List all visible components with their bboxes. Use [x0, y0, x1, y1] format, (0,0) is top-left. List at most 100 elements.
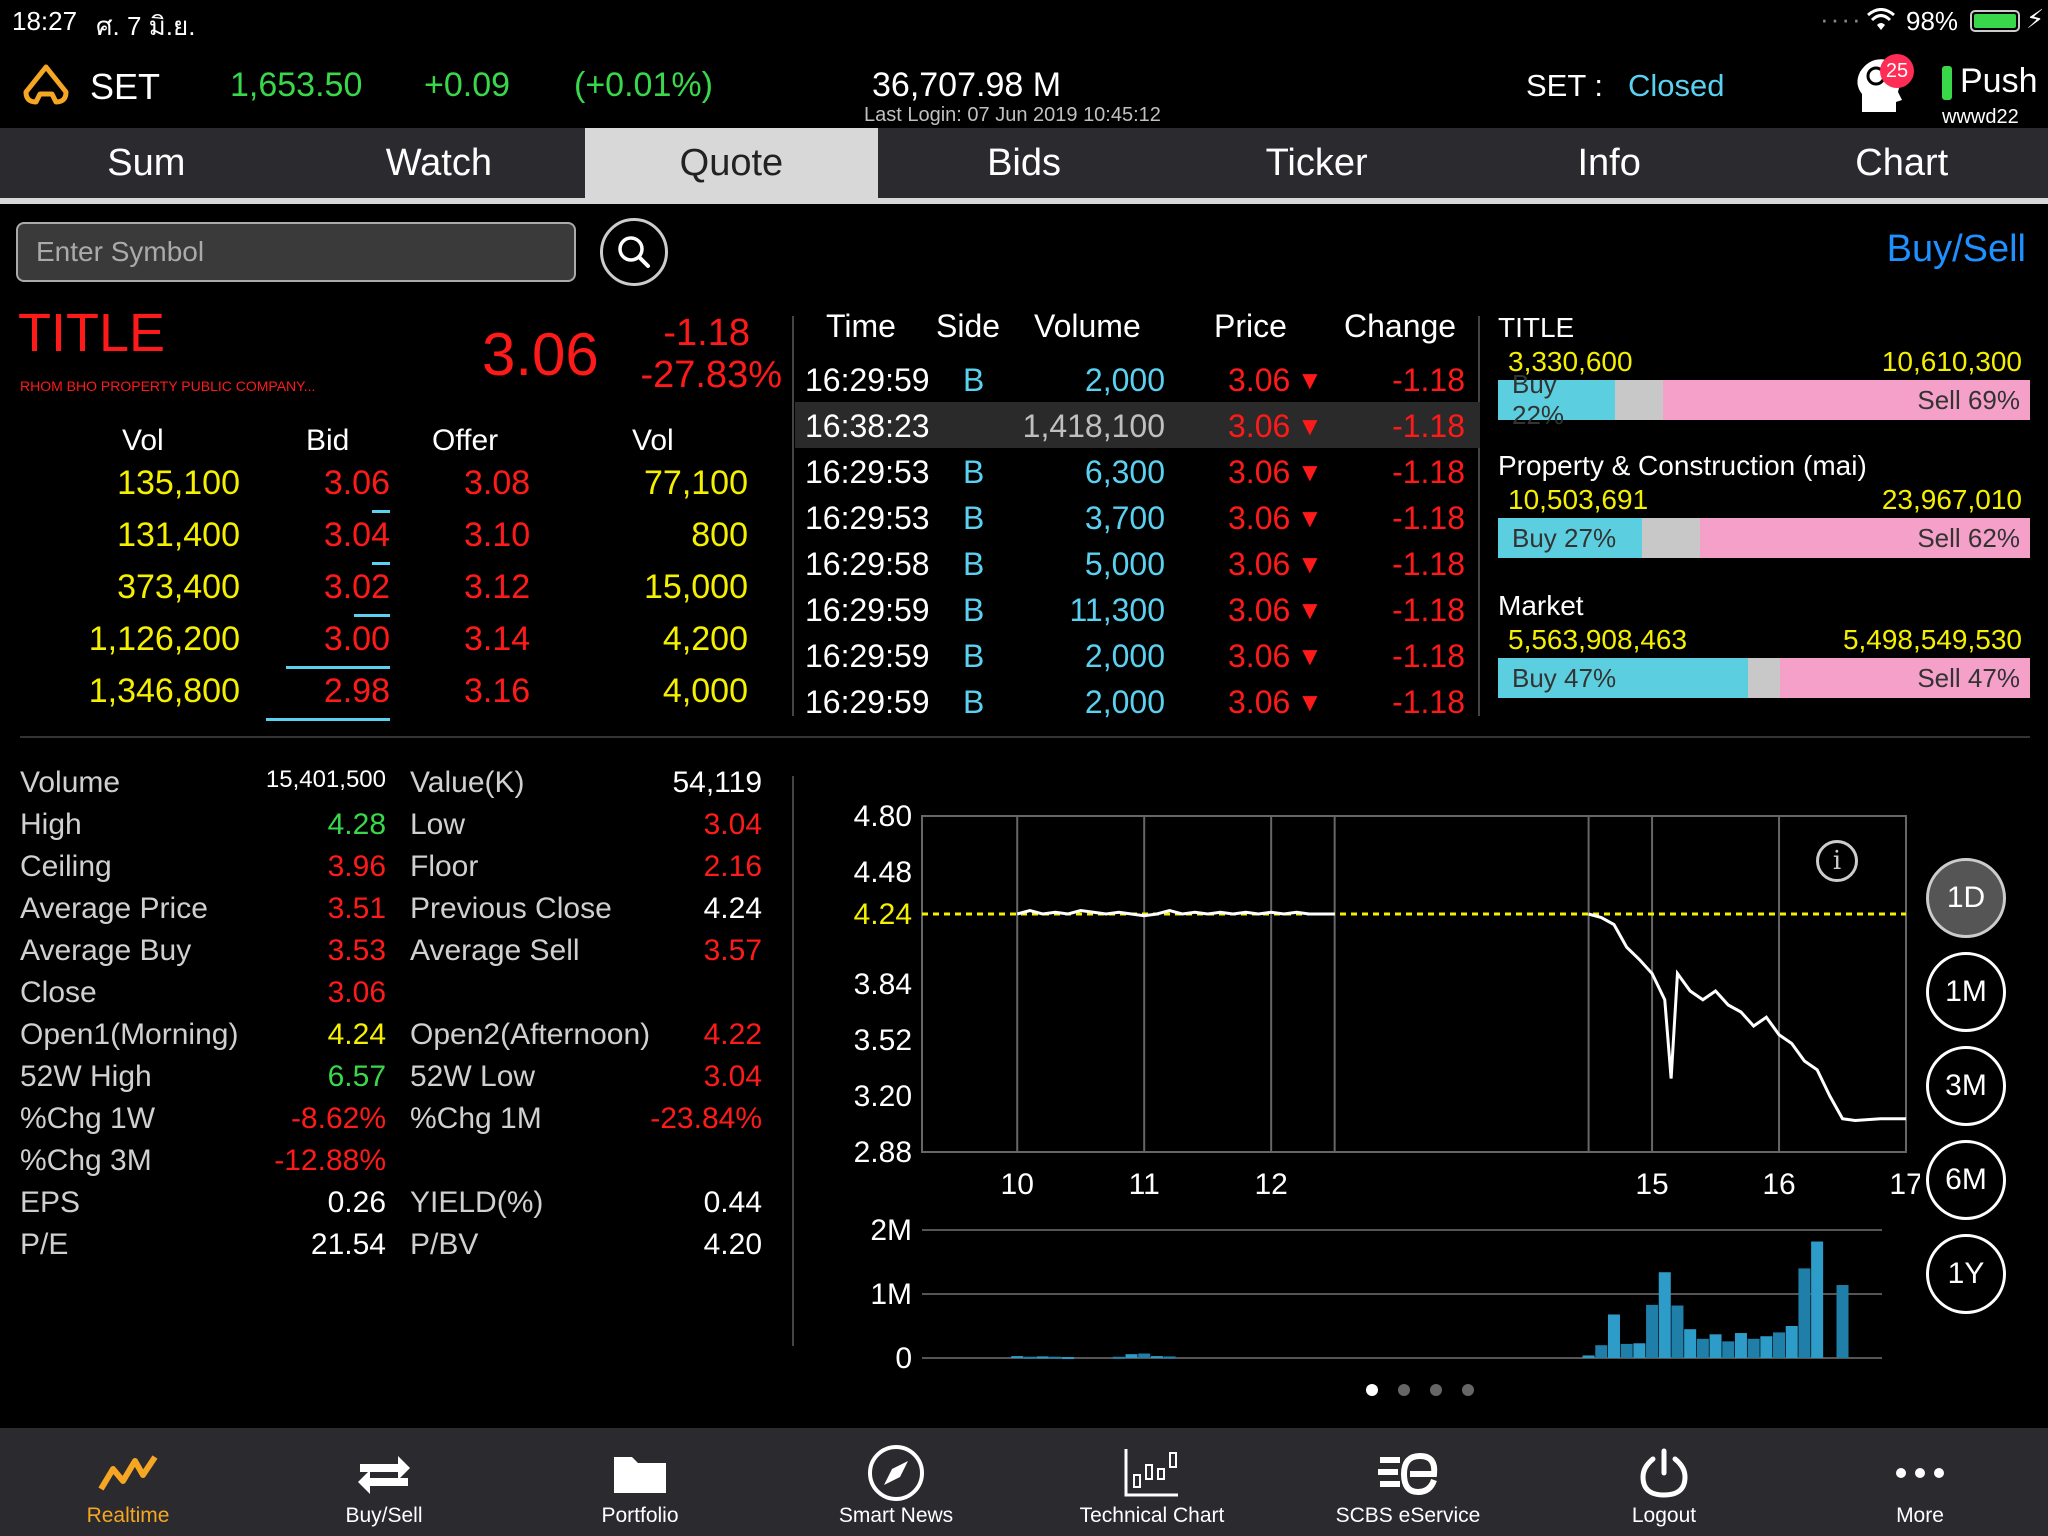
period-1y[interactable]: 1Y	[1926, 1234, 2006, 1314]
symbol-input[interactable]	[16, 222, 576, 282]
offer-price[interactable]: 3.10	[464, 516, 530, 555]
trade-time: 16:29:59	[805, 362, 930, 398]
nav-portfolio[interactable]: Portfolio	[512, 1428, 768, 1536]
page-dot-active[interactable]	[1366, 1384, 1378, 1396]
trade-header-side: Side	[936, 308, 1001, 344]
trade-row[interactable]: 16:29:53 B 6,300 3.06 ▼ -1.18	[795, 448, 1480, 494]
bid-depth-bar	[372, 510, 390, 513]
trade-row[interactable]: 16:29:59 B 2,000 3.06 ▼ -1.18	[795, 632, 1480, 678]
nav-technical-chart[interactable]: Technical Chart	[1024, 1428, 1280, 1536]
tab-sum[interactable]: Sum	[0, 128, 293, 198]
offer-price[interactable]: 3.14	[464, 620, 530, 659]
divider	[792, 316, 794, 716]
trade-price: 3.06	[1228, 592, 1291, 628]
divider	[20, 736, 2030, 738]
page-dot[interactable]	[1398, 1384, 1410, 1396]
info-icon[interactable]: i	[1816, 840, 1858, 882]
stat-label: 52W High	[20, 1060, 152, 1093]
y-tick-label: 4.80	[854, 800, 912, 833]
buy-sell-link[interactable]: Buy/Sell	[1887, 228, 2026, 271]
volume-bar	[1773, 1332, 1786, 1358]
sentiment-label: Market	[1498, 590, 1584, 621]
notification-badge: 25	[1880, 54, 1914, 88]
trade-row[interactable]: 16:29:59 B 2,000 3.06 ▼ -1.18	[795, 678, 1480, 724]
price-change: -1.18	[663, 312, 750, 354]
y-tick-label: 3.84	[854, 968, 912, 1001]
market-header: SET 1,653.50 +0.09 (+0.01%) 36,707.98 M …	[0, 42, 2048, 128]
orderbook-row[interactable]: 131,400 3.04 3.10 800	[0, 516, 748, 568]
x-tick-label: 12	[1254, 1168, 1287, 1201]
stat-value: 0.44	[703, 1186, 762, 1219]
page-dot[interactable]	[1430, 1384, 1442, 1396]
push-toggle[interactable]: Push wwwd22	[1942, 56, 2042, 128]
stat-label: %Chg 1M	[410, 1102, 542, 1135]
tab-chart[interactable]: Chart	[1755, 128, 2048, 198]
tab-info[interactable]: Info	[1463, 128, 1756, 198]
stat-label: P/BV	[410, 1228, 479, 1261]
nav-smart-news[interactable]: Smart News	[768, 1428, 1024, 1536]
offer-price[interactable]: 3.08	[464, 464, 530, 503]
period-1d[interactable]: 1D	[1926, 858, 2006, 938]
y-tick-label: 3.52	[854, 1024, 912, 1057]
bid-price[interactable]: 3.06	[290, 464, 390, 503]
stat-value: 3.04	[703, 808, 762, 841]
notification-button[interactable]: 25	[1850, 54, 1914, 120]
orderbook-row[interactable]: 1,126,200 3.00 3.14 4,200	[0, 620, 748, 672]
tab-watch[interactable]: Watch	[293, 128, 586, 198]
search-button[interactable]	[600, 218, 668, 286]
trade-volume: 2,000	[1084, 638, 1165, 674]
trade-side: B	[963, 454, 985, 490]
volume-bar	[1658, 1272, 1671, 1358]
period-1m[interactable]: 1M	[1926, 952, 2006, 1032]
nav-more[interactable]: More	[1792, 1428, 2048, 1536]
bid-price[interactable]: 3.00	[290, 620, 390, 659]
realtime-icon	[98, 1455, 158, 1491]
x-tick-label: 15	[1635, 1168, 1668, 1201]
stat-label: Low	[410, 808, 466, 841]
trade-side: B	[963, 592, 985, 628]
offer-price[interactable]: 3.12	[464, 568, 530, 607]
ob-header-offer: Offer	[432, 424, 499, 457]
bid-price[interactable]: 3.02	[290, 568, 390, 607]
bid-volume: 373,400	[117, 568, 240, 606]
status-bar: 18:27 ศ. 7 มิ.ย. ···· 98% ⚡	[0, 0, 2048, 42]
trade-change: -1.18	[1392, 592, 1465, 628]
neutral-segment	[1641, 518, 1701, 558]
stat-label: EPS	[20, 1186, 81, 1219]
trade-time: 16:29:58	[805, 546, 930, 582]
volume-bar	[1785, 1326, 1798, 1358]
orderbook-row[interactable]: 135,100 3.06 3.08 77,100	[0, 464, 748, 516]
period-3m[interactable]: 3M	[1926, 1046, 2006, 1126]
trade-price: 3.06	[1228, 638, 1291, 674]
offer-price[interactable]: 3.16	[464, 672, 530, 711]
nav-buy-sell[interactable]: Buy/Sell	[256, 1428, 512, 1536]
nav-logout[interactable]: Logout	[1536, 1428, 1792, 1536]
trade-row[interactable]: 16:38:23 1,418,100 3.06 ▼ -1.18	[795, 402, 1480, 448]
bid-price[interactable]: 3.04	[290, 516, 390, 555]
orderbook-row[interactable]: 1,346,800 2.98 3.16 4,000	[0, 672, 748, 724]
volume-bar	[1138, 1353, 1151, 1358]
volume-bar	[1811, 1241, 1824, 1358]
volume-bar	[1112, 1356, 1125, 1359]
tab-quote[interactable]: Quote	[585, 128, 878, 198]
period-6m[interactable]: 6M	[1926, 1140, 2006, 1220]
tab-bids[interactable]: Bids	[878, 128, 1171, 198]
trade-row[interactable]: 16:29:53 B 3,700 3.06 ▼ -1.18	[795, 494, 1480, 540]
trade-row[interactable]: 16:29:58 B 5,000 3.06 ▼ -1.18	[795, 540, 1480, 586]
bid-volume: 1,126,200	[88, 620, 240, 658]
volume-bar	[1633, 1343, 1646, 1358]
stat-value: 4.22	[703, 1018, 762, 1051]
page-dot[interactable]	[1462, 1384, 1474, 1396]
trade-row[interactable]: 16:29:59 B 11,300 3.06 ▼ -1.18	[795, 586, 1480, 632]
orderbook-row[interactable]: 373,400 3.02 3.12 15,000	[0, 568, 748, 620]
status-time: 18:27	[12, 6, 78, 36]
tab-ticker[interactable]: Ticker	[1170, 128, 1463, 198]
bid-price[interactable]: 2.98	[290, 672, 390, 711]
volume-tick-label: 1M	[870, 1278, 912, 1311]
volume-tick-label: 0	[895, 1342, 912, 1375]
trade-time: 16:29:53	[805, 500, 930, 536]
nav-scbs-eservice[interactable]: SCBS eService	[1280, 1428, 1536, 1536]
nav-realtime[interactable]: Realtime	[0, 1428, 256, 1536]
trade-row[interactable]: 16:29:59 B 2,000 3.06 ▼ -1.18	[795, 356, 1480, 402]
trade-header-price: Price	[1214, 308, 1287, 344]
